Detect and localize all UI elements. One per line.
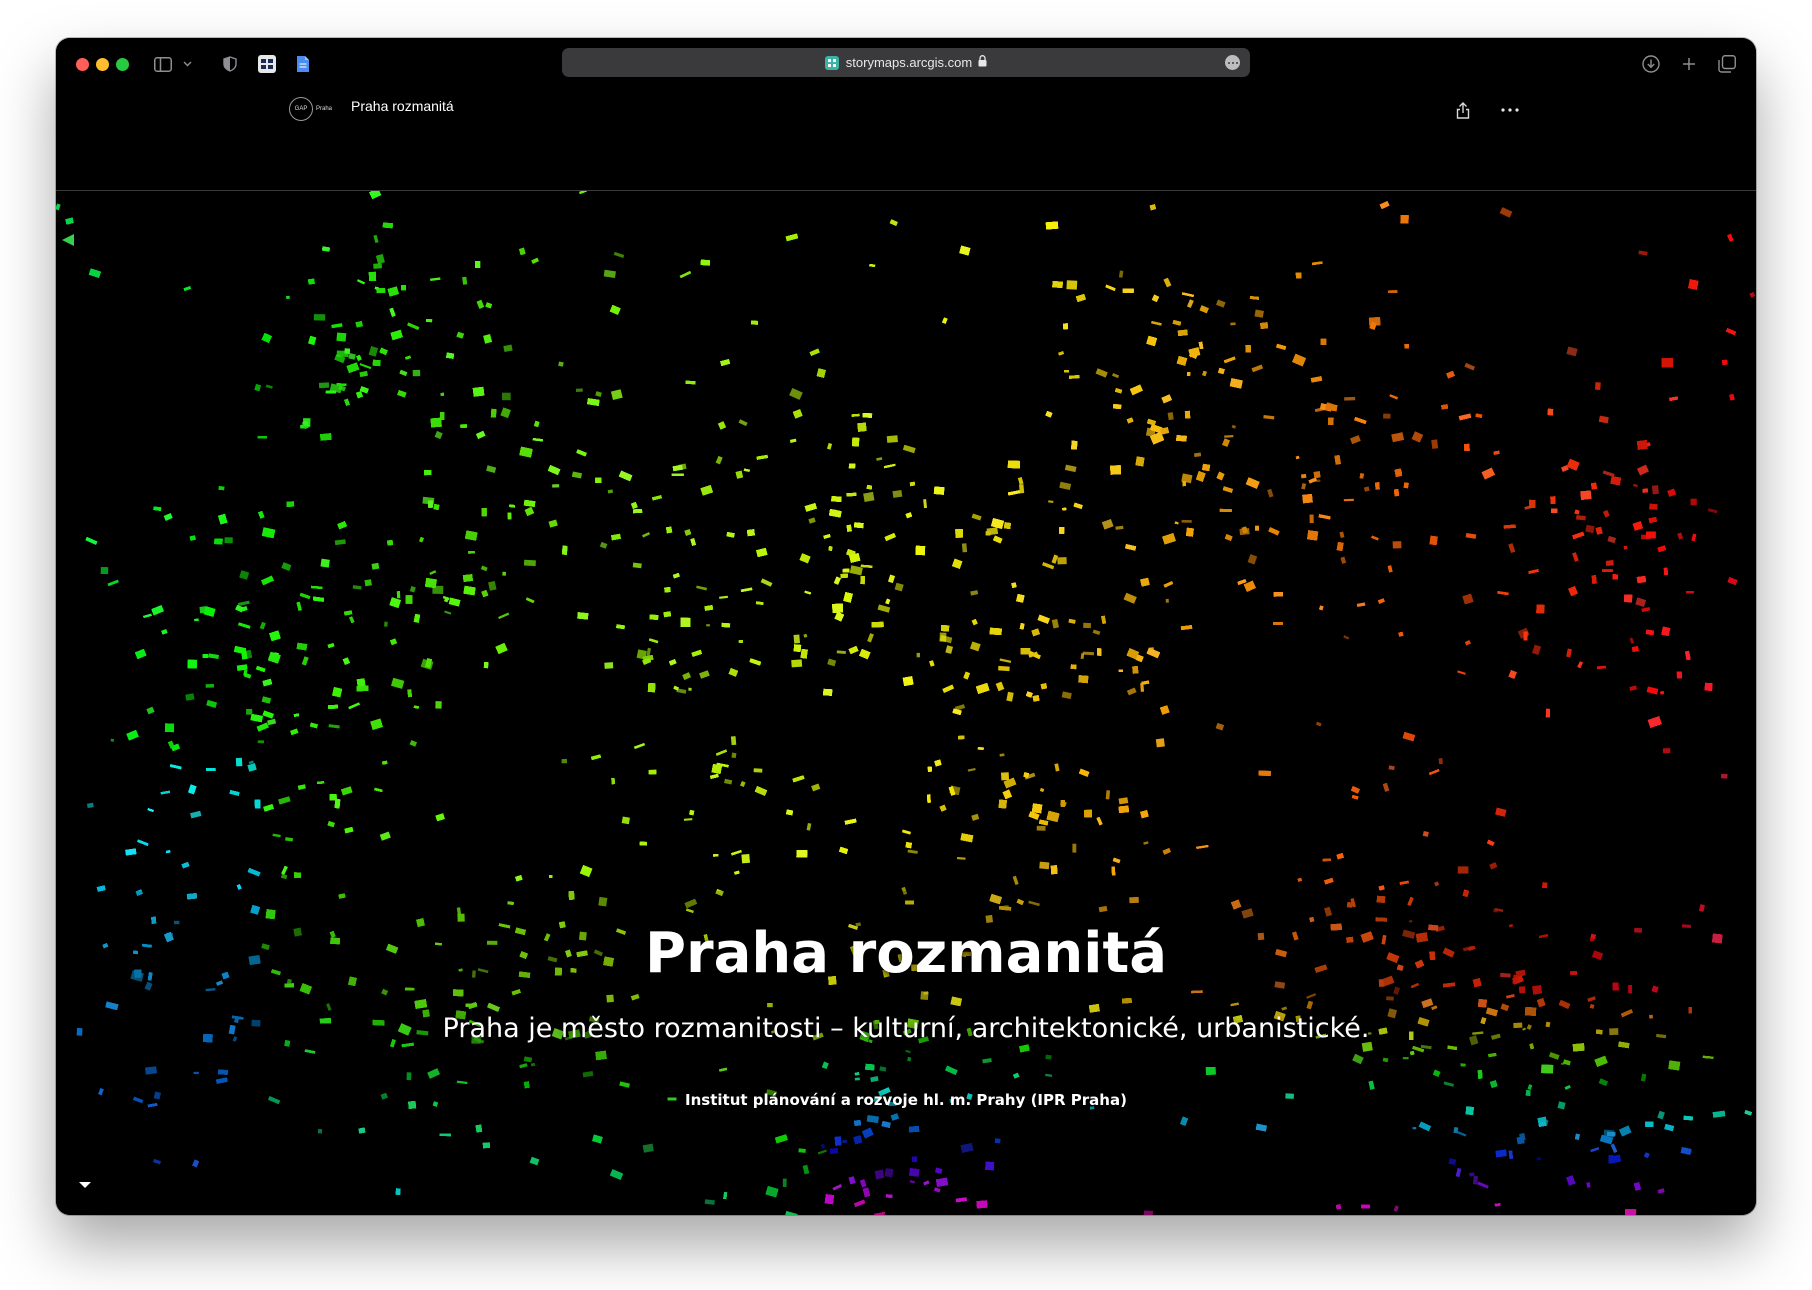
hero-title: Praha rozmanitá xyxy=(644,921,1168,986)
document-icon[interactable] xyxy=(295,53,311,75)
tabs-icon[interactable] xyxy=(1717,53,1737,75)
zoom-window-button[interactable] xyxy=(116,58,129,71)
download-icon[interactable] xyxy=(1641,53,1661,75)
lock-icon xyxy=(978,55,987,70)
minimize-window-button[interactable] xyxy=(96,58,109,71)
hero-byline: Institut plánování a rozvoje hl. m. Prah… xyxy=(685,1091,1127,1109)
browser-toolbar: storymaps.arcgis.com xyxy=(56,38,1756,90)
ellipsis-icon[interactable] xyxy=(1499,99,1521,121)
plus-icon[interactable] xyxy=(1680,53,1698,75)
logo-wordmark: Praha xyxy=(316,106,333,112)
hero-subtitle: Praha je město rozmanitosti – kulturní, … xyxy=(442,1013,1370,1044)
close-window-button[interactable] xyxy=(76,58,89,71)
browser-window: storymaps.arcgis.com GAP Praha Praha roz… xyxy=(56,38,1756,1215)
address-bar[interactable]: storymaps.arcgis.com xyxy=(562,48,1250,77)
sidebar-icon[interactable] xyxy=(152,53,174,75)
site-favicon-icon xyxy=(824,55,839,70)
hero-cover: Praha rozmanitá Praha je město rozmanito… xyxy=(56,191,1756,1215)
map-marker-icon xyxy=(62,234,74,246)
story-header-title[interactable]: Praha rozmanitá xyxy=(351,98,454,114)
extension-icon[interactable] xyxy=(257,53,277,75)
url-text: storymaps.arcgis.com xyxy=(845,55,973,70)
shield-icon[interactable] xyxy=(221,53,239,75)
building-map-image xyxy=(56,191,1756,1215)
story-logo[interactable]: GAP Praha xyxy=(289,96,337,122)
logo-mark: GAP xyxy=(289,97,313,121)
more-icon[interactable] xyxy=(1225,55,1240,70)
chevron-down-icon[interactable] xyxy=(180,53,194,75)
scroll-down-icon[interactable] xyxy=(79,1182,91,1188)
share-icon[interactable] xyxy=(1452,99,1474,121)
